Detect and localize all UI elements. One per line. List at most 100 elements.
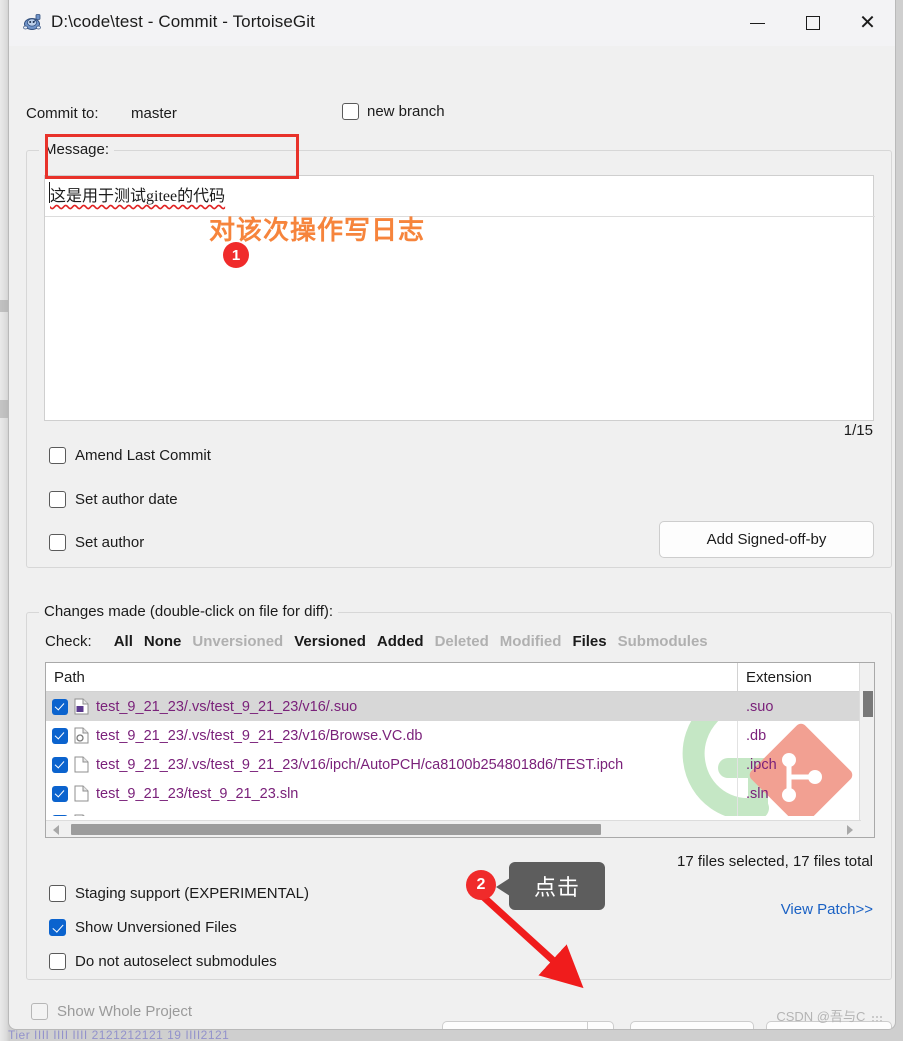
file-extension: .suo [746, 698, 774, 715]
commit-message-text: 这是用于测试gitee的代码 [50, 188, 226, 205]
commit-dialog-window: D:\code\test - Commit - TortoiseGit ✕ Co… [8, 0, 896, 1030]
column-header-path[interactable]: Path [54, 669, 85, 686]
commit-message-input[interactable]: 这是用于测试gitee的代码 [44, 175, 875, 421]
set-author-checkbox[interactable]: Set author [49, 534, 144, 551]
show-whole-project-checkbox: Show Whole Project [31, 1003, 192, 1020]
cancel-button[interactable]: Cancel [630, 1021, 754, 1029]
set-author-date-checkbox[interactable]: Set author date [49, 491, 178, 508]
show-unversioned-files-checkbox[interactable]: Show Unversioned Files [49, 919, 237, 936]
new-branch-checkbox-box[interactable] [342, 103, 359, 120]
amend-last-commit-box[interactable] [49, 447, 66, 464]
file-list-header: Path Extension [46, 663, 874, 692]
amend-last-commit-checkbox[interactable]: Amend Last Commit [49, 447, 211, 464]
maximize-icon[interactable] [785, 0, 840, 46]
annotation-step1-badge: 1 [223, 242, 249, 268]
file-list-body[interactable]: test_9_21_23/.vs/test_9_21_23/v16/.suo .… [46, 692, 874, 816]
branch-value: master [131, 105, 177, 122]
message-counter: 1/15 [843, 422, 873, 439]
show-whole-project-label: Show Whole Project [57, 1003, 193, 1020]
commit-to-label: Commit to: [26, 105, 99, 122]
column-divider [737, 663, 738, 692]
do-not-autoselect-submodules-checkbox[interactable]: Do not autoselect submodules [49, 953, 277, 970]
message-group-title: Message: [39, 141, 115, 158]
window-title: D:\code\test - Commit - TortoiseGit [51, 12, 315, 31]
file-extension: .recipe [746, 815, 790, 817]
file-path: test_9_21_23/.vs/test_9_21_23/v16/.suo [96, 698, 358, 715]
check-label: Check: [45, 633, 92, 650]
changes-made-group: Changes made (double-click on file for d… [26, 603, 892, 980]
do-not-autoselect-submodules-box[interactable] [49, 953, 66, 970]
staging-support-label: Staging support (EXPERIMENTAL) [75, 885, 309, 902]
check-link-all[interactable]: All [114, 633, 133, 650]
table-row[interactable]: test_9_21_23/.vs/test_9_21_23/v16/ipch/A… [46, 750, 874, 779]
row-checkbox[interactable] [52, 814, 68, 816]
set-author-label: Set author [75, 534, 145, 551]
row-checkbox[interactable] [52, 727, 68, 744]
close-icon[interactable]: ✕ [840, 0, 895, 46]
commit-dropdown-button[interactable] [587, 1021, 614, 1029]
annotation-step2-text: 点击 [533, 875, 580, 900]
commit-button[interactable]: Commit [442, 1021, 587, 1029]
staging-support-box[interactable] [49, 885, 66, 902]
table-row[interactable]: test_9_21_23/test_9_21_23/Debug/test_9_2… [46, 808, 874, 816]
table-row[interactable]: test_9_21_23/test_9_21_23.sln .sln [46, 779, 874, 808]
check-link-added[interactable]: Added [377, 633, 424, 650]
title-bar: D:\code\test - Commit - TortoiseGit ✕ [9, 0, 895, 46]
row-checkbox[interactable] [52, 698, 68, 715]
check-link-versioned[interactable]: Versioned [294, 633, 366, 650]
generic-file-icon [74, 814, 89, 816]
staging-support-checkbox[interactable]: Staging support (EXPERIMENTAL) [49, 885, 309, 902]
row-checkbox[interactable] [52, 785, 68, 802]
set-author-date-box[interactable] [49, 491, 66, 508]
do-not-autoselect-submodules-label: Do not autoselect submodules [75, 953, 277, 970]
set-author-box[interactable] [49, 534, 66, 551]
check-link-unversioned: Unversioned [192, 633, 284, 650]
file-extension: .ipch [746, 756, 777, 773]
annotation-step2-tooltip: 点击 [509, 862, 605, 910]
amend-last-commit-label: Amend Last Commit [75, 447, 211, 464]
check-link-none[interactable]: None [144, 633, 182, 650]
generic-file-icon [74, 756, 89, 773]
add-signed-off-by-button[interactable]: Add Signed-off-by [659, 521, 874, 558]
annotation-tooltip-tail [496, 878, 510, 896]
table-row[interactable]: test_9_21_23/.vs/test_9_21_23/v16/Browse… [46, 721, 874, 750]
check-filter-row: Check: All None Unversioned Versioned Ad… [45, 633, 719, 650]
column-header-extension[interactable]: Extension [746, 669, 812, 686]
view-patch-link[interactable]: View Patch>> [781, 901, 873, 918]
file-list[interactable]: Path Extension test_9_21_23/.vs/test_9_2… [45, 662, 875, 838]
file-path: test_9_21_23/.vs/test_9_21_23/v16/ipch/A… [96, 756, 624, 773]
table-row[interactable]: test_9_21_23/.vs/test_9_21_23/v16/.suo .… [46, 692, 874, 721]
scroll-right-icon[interactable] [847, 825, 853, 835]
db-file-icon [74, 727, 89, 744]
minimize-icon[interactable] [730, 0, 785, 46]
row-checkbox[interactable] [52, 756, 68, 773]
check-link-deleted: Deleted [434, 633, 489, 650]
message-group: Message: 这是用于测试gitee的代码 1/15 Amend Last … [26, 141, 892, 568]
set-author-date-label: Set author date [75, 491, 178, 508]
show-unversioned-files-box[interactable] [49, 919, 66, 936]
file-path: test_9_21_23/test_9_21_23.sln [96, 785, 299, 802]
file-extension: .db [746, 727, 767, 744]
check-link-files[interactable]: Files [572, 633, 606, 650]
file-path: test_9_21_23/.vs/test_9_21_23/v16/Browse… [96, 727, 423, 744]
horizontal-scrollbar-thumb[interactable] [71, 824, 601, 835]
commit-to-row: Commit to: master new branch [26, 103, 876, 129]
suo-file-icon [74, 698, 89, 715]
file-list-horizontal-scrollbar[interactable] [46, 820, 861, 837]
file-path: test_9_21_23/test_9_21_23/Debug/test_9_2… [96, 815, 768, 817]
csdn-watermark: CSDN @吾与C [776, 1006, 883, 1025]
changes-group-title: Changes made (double-click on file for d… [39, 603, 339, 620]
annotation-step1-text: 对该次操作写日志 [209, 215, 426, 245]
message-subject-separator [45, 216, 875, 217]
check-link-modified: Modified [499, 633, 562, 650]
generic-file-icon [74, 785, 89, 802]
window-controls: ✕ [730, 0, 895, 46]
file-list-vertical-scrollbar[interactable] [859, 663, 874, 837]
scroll-left-icon[interactable] [53, 825, 59, 835]
file-extension: .sln [746, 785, 769, 802]
check-link-submodules: Submodules [617, 633, 708, 650]
vertical-scrollbar-thumb[interactable] [863, 691, 873, 717]
show-unversioned-files-label: Show Unversioned Files [75, 919, 237, 936]
new-branch-checkbox[interactable]: new branch [342, 103, 445, 120]
new-branch-label: new branch [367, 103, 445, 120]
